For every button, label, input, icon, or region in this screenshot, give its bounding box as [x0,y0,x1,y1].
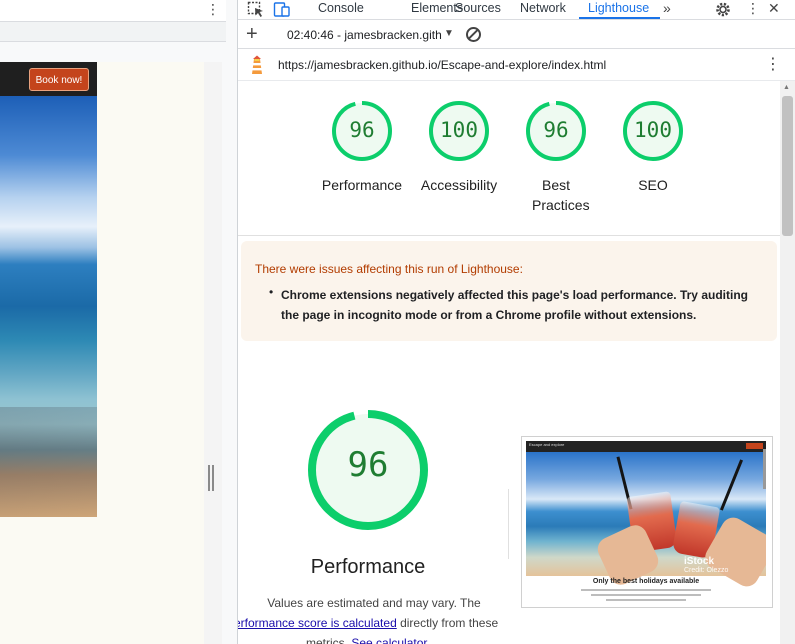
report-menu-icon[interactable]: ⋮ [765,54,781,74]
hero-shadow [0,407,97,517]
tab-sources[interactable]: Sources [455,0,501,19]
thumbnail-navbar: Escape and explore [526,441,766,452]
thumbnail-hero-photo: iStock Credit: Olezzo [526,452,766,591]
performance-title: Performance [310,556,426,578]
thumbnail-brand: Escape and explore [529,442,565,447]
metrics-text: metrics. [306,636,352,644]
tab-console[interactable]: Console [318,0,364,19]
thumbnail-page: Escape and explore iStock Credit: Olezzo… [526,441,766,604]
warning-box: There were issues affecting this run of … [241,241,777,341]
thumbnail-watermark: iStock [684,556,715,567]
add-icon[interactable]: + [246,23,258,45]
page-address-strip [0,22,226,42]
performance-description-line2: erformance score is calculated directly … [238,613,498,633]
performance-big-score: 96 [347,445,389,485]
bullet-icon: • [269,285,274,299]
performance-score-link[interactable]: erformance score is calculated [238,616,397,630]
page-viewport: Book now! [0,62,222,644]
scroll-up-arrow-icon[interactable]: ▲ [783,84,790,91]
warning-item: Chrome extensions negatively affected th… [281,288,748,322]
tab-lighthouse[interactable]: Lighthouse [579,0,660,19]
warning-title: There were issues affecting this run of … [255,262,523,276]
lighthouse-logo-icon [252,55,262,74]
kebab-menu-icon[interactable]: ⋮ [206,0,220,18]
score-gauge-accessibility[interactable]: 100 [427,99,491,163]
tab-network[interactable]: Network [520,0,566,19]
site-navbar: Book now! [0,62,97,96]
thumbnail-text-line [581,589,711,591]
gauge-score: 100 [440,118,478,142]
devtools-tabbar: Console Elements Sources Network Lightho… [238,0,795,20]
gauge-label: SEO [638,177,668,193]
thumbnail-headline: Only the best holidays available [592,578,700,585]
report-url: https://jamesbracken.github.io/Escape-an… [278,58,607,72]
page-toolbar: ⋮ [0,0,226,22]
thumbnail-text-line [606,599,686,601]
close-devtools-icon[interactable]: ✕ [768,0,780,17]
clear-icon[interactable] [466,27,481,42]
final-screenshot-thumbnail[interactable]: Escape and explore iStock Credit: Olezzo… [521,436,773,608]
thumbnail-scrollbar [763,449,766,489]
report-select[interactable]: 02:40:46 - jamesbracken.gith [287,28,442,42]
device-toolbar-icon[interactable] [273,1,291,18]
gauge-score: 96 [543,118,569,142]
settings-gear-icon[interactable] [714,1,732,18]
lighthouse-toolbar: + 02:40:46 - jamesbracken.gith ▼ [238,20,795,49]
gauge-label: Best Practices [532,177,590,213]
report-url-bar: https://jamesbracken.github.io/Escape-an… [238,49,795,81]
inspected-page-pane: ⋮ Book now! [0,0,237,644]
score-gauge-best-practices[interactable]: 96 [524,99,588,163]
report-scrollbar-thumb[interactable] [782,96,793,236]
resize-handle[interactable] [208,465,214,491]
hero-image [0,96,97,517]
gauge-score: 100 [634,118,672,142]
performance-description-line3: metrics. See calculator. [306,633,430,644]
inspect-element-icon[interactable] [247,1,265,18]
lighthouse-report: 96 Performance 100 Accessibility 96 Best Prac… [238,81,780,644]
devtools-menu-icon[interactable]: ⋮ [746,0,760,17]
straw-right [719,459,744,511]
see-calculator-link[interactable]: See calculator. [351,636,430,644]
gauge-label: Performance [321,177,403,193]
gauge-score: 96 [349,118,375,142]
thumbnail-text-line [591,594,701,596]
more-tabs-icon[interactable]: » [663,0,671,17]
warning-list: • Chrome extensions negatively affected … [269,285,761,325]
book-now-button[interactable]: Book now! [29,68,89,91]
performance-description-tail: directly from these [396,616,499,630]
performance-description: Values are estimated and may vary. The [267,596,481,610]
thumbnail-watermark-credit: Credit: Olezzo [684,567,729,574]
pane-gutter [204,62,222,644]
thumbnail-book-button [746,443,763,449]
gauge-label: Accessibility [420,177,498,193]
scores-divider [238,235,780,236]
performance-divider [508,489,509,559]
score-gauge-performance[interactable]: 96 [330,99,394,163]
score-gauge-seo[interactable]: 100 [621,99,685,163]
caret-down-icon[interactable]: ▼ [444,28,454,39]
